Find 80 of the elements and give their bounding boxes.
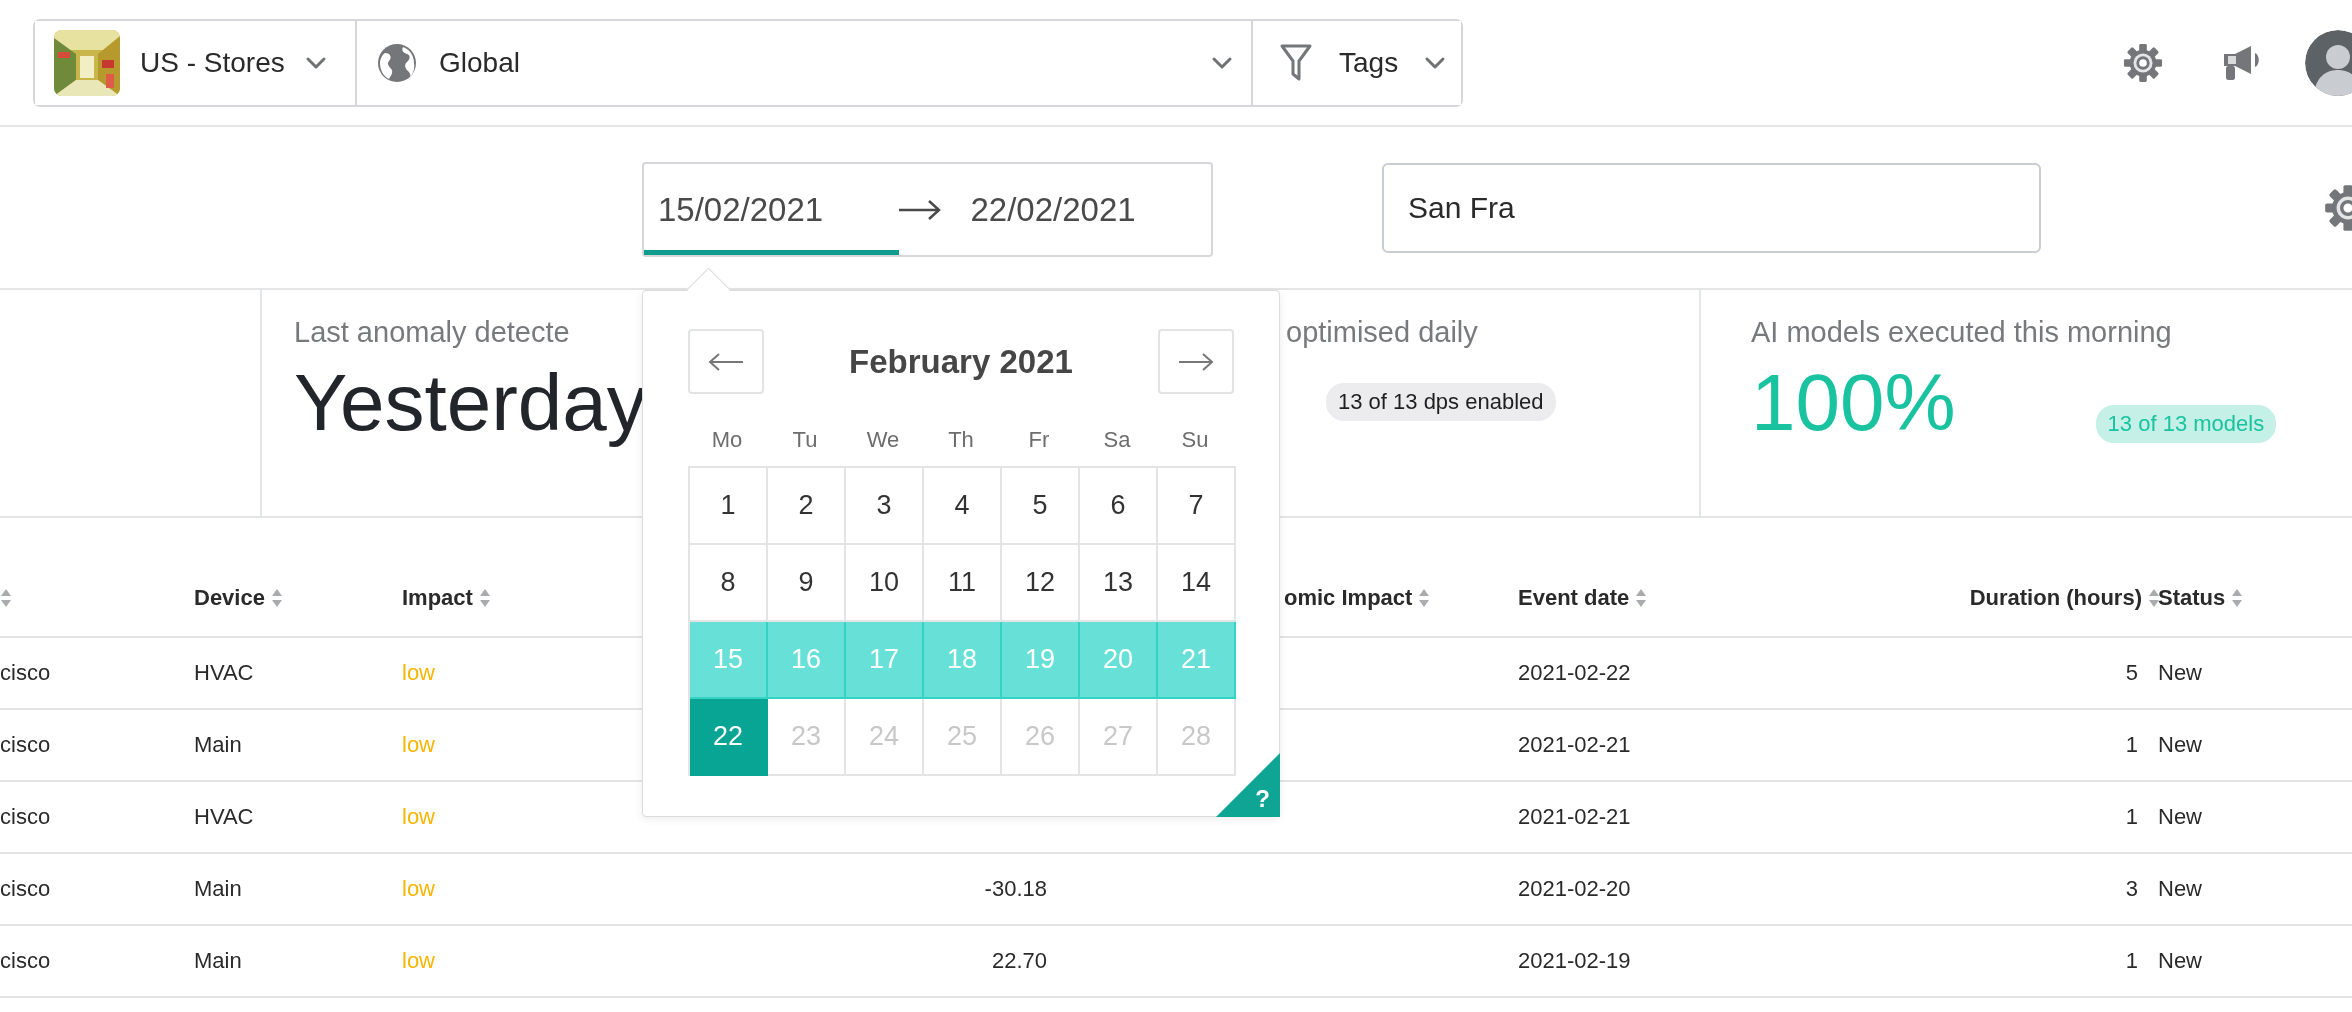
table-cell: Main [194, 948, 242, 974]
table-cell: HVAC [194, 660, 254, 686]
day-cell[interactable]: 7 [1158, 468, 1236, 545]
column-header[interactable]: Duration (hours) [1969, 585, 2142, 611]
table-cell: 2021-02-21 [1518, 804, 1631, 830]
table-cell: 5 [2125, 660, 2138, 686]
table-cell: New [2158, 804, 2202, 830]
day-cell[interactable]: 8 [690, 545, 768, 622]
day-cell[interactable]: 10 [846, 545, 924, 622]
table-cell: cisco [0, 948, 51, 974]
day-cell[interactable]: 6 [1080, 468, 1158, 545]
table-cell: Main [194, 732, 242, 758]
previous-month-button[interactable] [688, 329, 764, 394]
table-cell: low [402, 804, 435, 830]
sort-icon[interactable] [2231, 588, 2244, 608]
table-cell: HVAC [194, 804, 254, 830]
table-cell: 2021-02-22 [1518, 660, 1631, 686]
settings-icon[interactable] [2123, 42, 2163, 83]
table-cell: New [2158, 948, 2202, 974]
table-cell: 2021-02-19 [1518, 948, 1631, 974]
sort-icon[interactable] [2148, 588, 2160, 608]
table-cell: 3 [2125, 876, 2138, 902]
table-cell: New [2158, 876, 2202, 902]
stat-value: 100% [1751, 363, 1956, 443]
table-cell: 22.70 [991, 948, 1047, 974]
table-cell: 2021-02-21 [1518, 732, 1631, 758]
table-cell: 1 [2125, 948, 2138, 974]
sort-icon[interactable] [270, 588, 283, 608]
table-cell: low [402, 948, 435, 974]
table-cell: 1 [2125, 804, 2138, 830]
table-cell: 1 [2125, 732, 2138, 758]
table-cell: cisco [0, 732, 51, 758]
weekday-label: Th [948, 427, 974, 453]
weekday-label: We [866, 427, 900, 453]
table-cell: cisco [0, 660, 51, 686]
avatar[interactable] [2305, 29, 2352, 96]
table-cell: low [402, 876, 435, 902]
table-cell: New [2158, 660, 2202, 686]
arrow-left-icon [708, 351, 744, 372]
sort-icon[interactable] [478, 588, 491, 608]
arrow-right-icon [1178, 351, 1214, 372]
table-cell: cisco [0, 876, 51, 902]
table-cell: cisco [0, 804, 51, 830]
card-title: AI models executed this morning [1751, 316, 2172, 349]
column-header[interactable]: Impact [402, 585, 473, 611]
day-cell[interactable]: 13 [1080, 545, 1158, 622]
status-badge: 13 of 13 models [2095, 405, 2277, 443]
day-cell[interactable]: 4 [924, 468, 1002, 545]
weekday-label: Tu [792, 427, 818, 453]
month-title: February 2021 [849, 342, 1073, 381]
sort-icon[interactable] [1418, 588, 1431, 608]
weekday-label: Fr [1028, 427, 1050, 453]
status-badge: 13 of 13 dps enabled [1326, 383, 1556, 421]
day-cell[interactable]: 1 [690, 468, 768, 545]
table-cell: low [402, 660, 435, 686]
column-header[interactable]: Status [2158, 585, 2226, 611]
table-cell: Main [194, 876, 242, 902]
column-header[interactable]: Device [194, 585, 265, 611]
table-cell: -30.18 [984, 876, 1047, 902]
next-month-button[interactable] [1158, 329, 1234, 394]
column-header[interactable]: omic Impact [1284, 585, 1413, 611]
card-title: Last anomaly detecte [294, 316, 570, 349]
table-cell: 2021-02-20 [1518, 876, 1631, 902]
table-cell: New [2158, 732, 2202, 758]
table-cell: low [402, 732, 435, 758]
day-cell[interactable]: 11 [924, 545, 1002, 622]
day-cell[interactable]: 14 [1158, 545, 1236, 622]
day-cell[interactable]: 2 [768, 468, 846, 545]
search-field[interactable]: San Fra [1382, 162, 2041, 253]
sort-icon[interactable] [1635, 588, 1648, 608]
day-cell[interactable]: 12 [1002, 545, 1080, 622]
column-header[interactable]: Event date [1518, 585, 1630, 611]
day-cell[interactable]: 5 [1002, 468, 1080, 545]
weekday-label: Mo [711, 427, 743, 453]
day-cell[interactable]: 9 [768, 545, 846, 622]
weekday-label: Sa [1103, 427, 1131, 453]
day-cell[interactable]: 3 [846, 468, 924, 545]
weekday-label: Su [1181, 427, 1209, 453]
card-title: optimised daily [1286, 316, 1478, 349]
sort-icon[interactable] [0, 588, 12, 608]
